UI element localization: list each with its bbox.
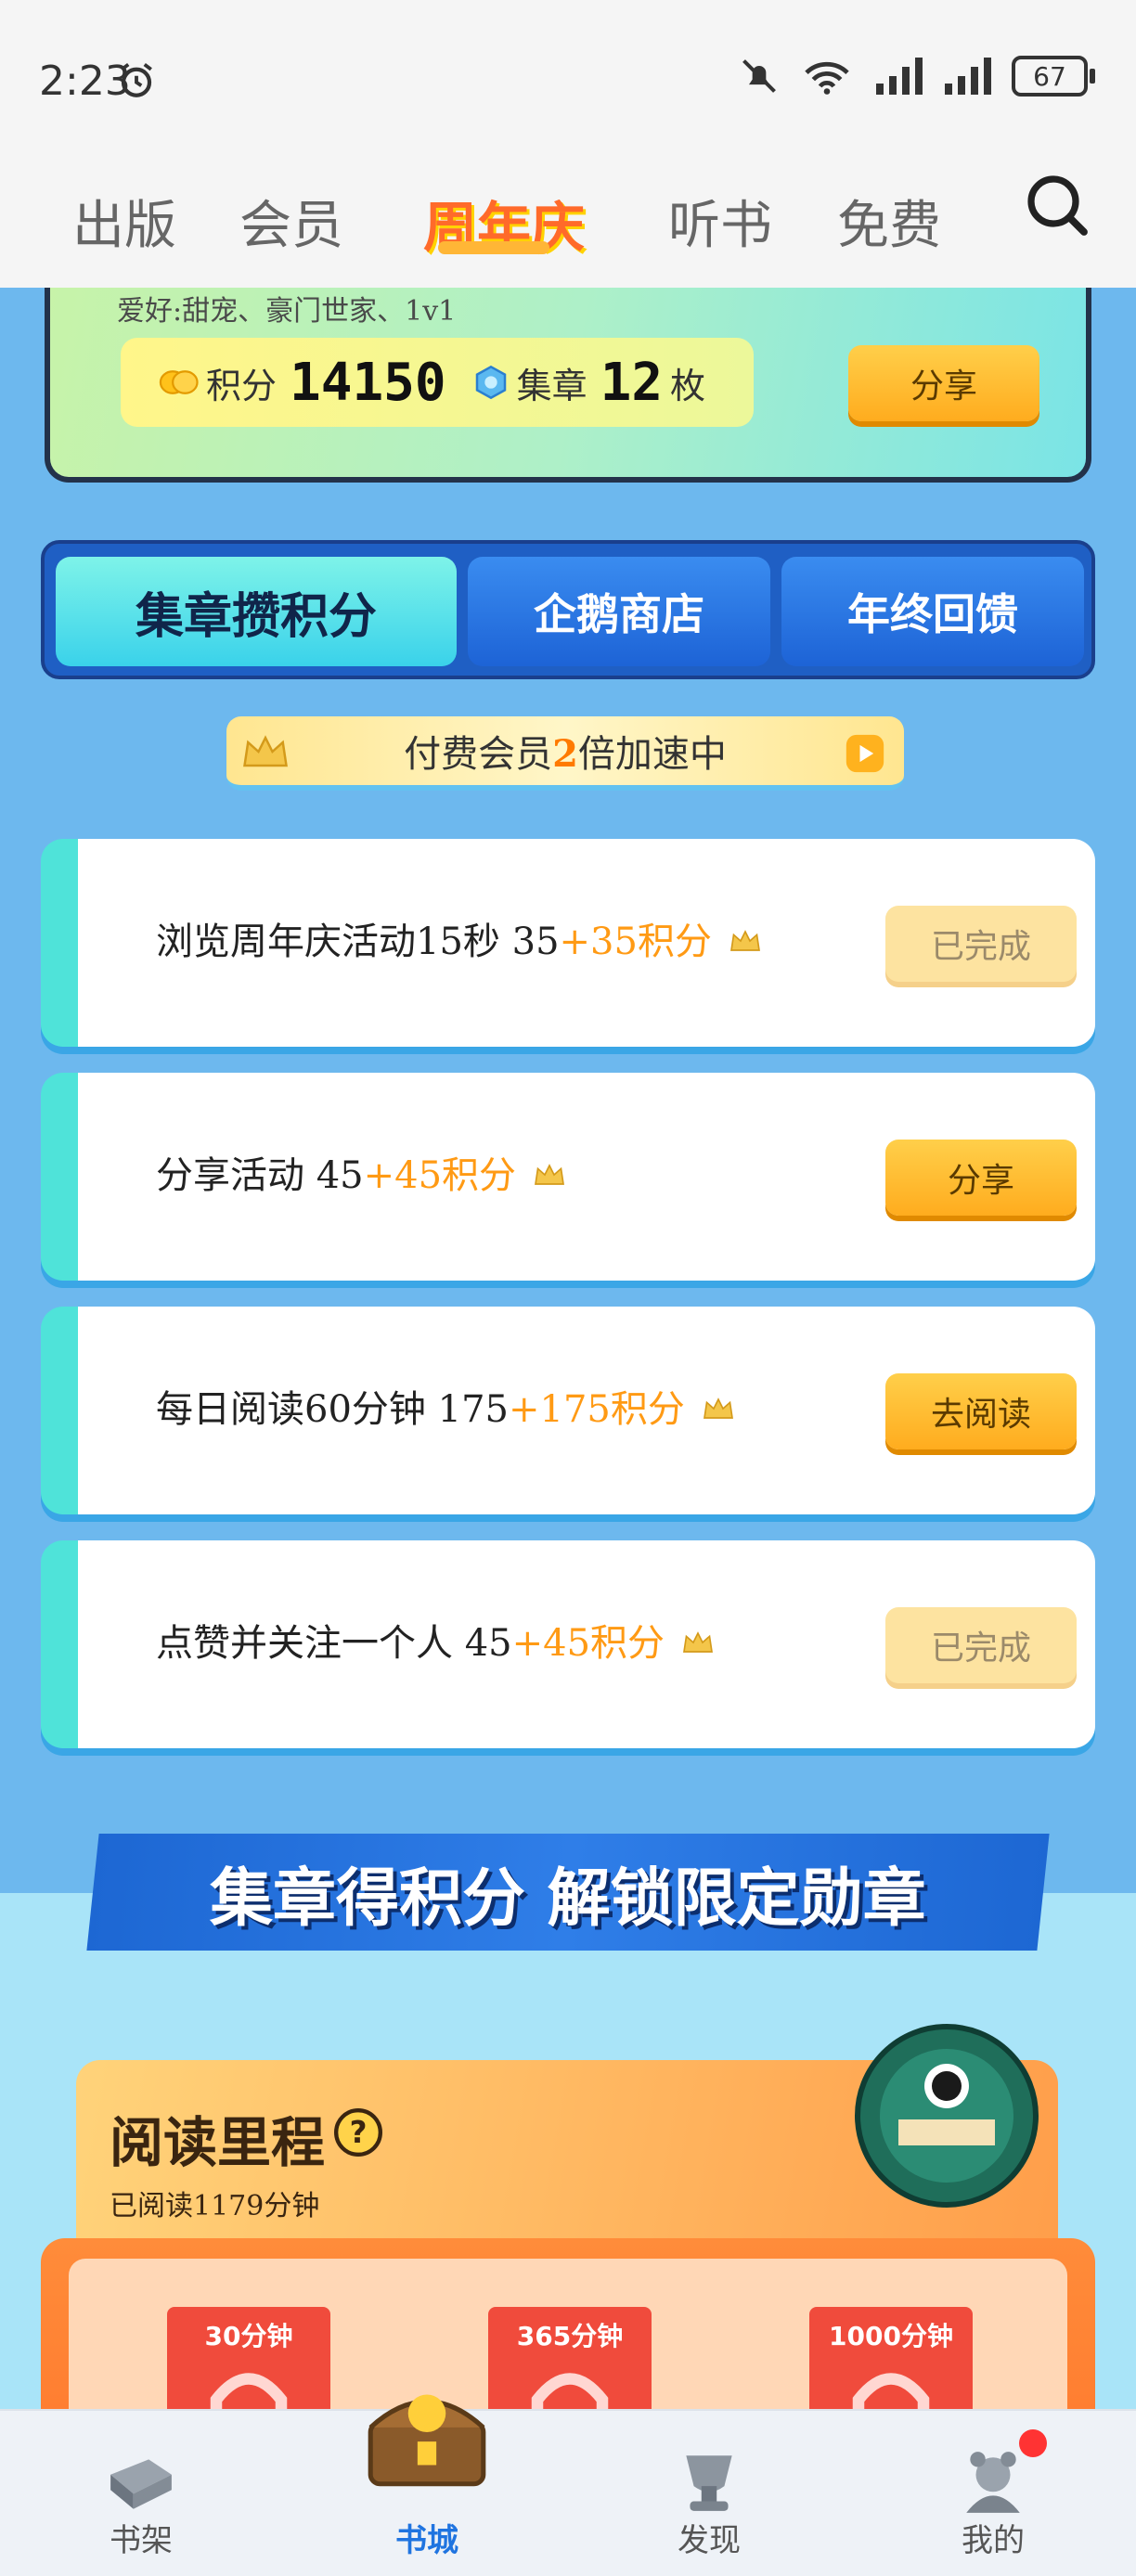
bottom-nav-label: 发现 [678,2522,741,2559]
milestone-label: 365分钟 [516,2321,624,2351]
task-title: 每日阅读60分钟 [156,1388,426,1431]
task-title: 分享活动 [156,1154,304,1197]
bottom-nav-label: 我的 [962,2522,1025,2559]
nav-item-member[interactable]: 会员 [239,184,343,259]
promo-text: 集章得积分 解锁限定勋章 [210,1861,926,1936]
task-card-read: 每日阅读60分钟 175+175积分 去阅读 [41,1307,1095,1514]
bottom-nav-label: 书城 [395,2522,458,2559]
speed-text: 付费会员2倍加速中 [404,724,727,778]
notification-dot [1019,2429,1047,2457]
task-text: 浏览周年庆活动15秒 35+35积分 [156,911,764,965]
task-base-points: 45 [316,1154,364,1197]
nav-active-underline [438,241,549,254]
tab-year-end-rewards[interactable]: 年终回馈 [781,557,1084,666]
bookshelf-icon [110,2459,172,2509]
reading-subtitle: 已阅读1179分钟 [110,2190,320,2222]
task-text: 分享活动 45+45积分 [156,1145,568,1199]
treasure-chest-icon [368,2394,486,2487]
speed-suffix: 倍加速中 [577,733,727,776]
profile-hobby: 爱好:甜宠、豪门世家、1v1 [117,295,457,328]
task-card-share: 分享活动 45+45积分 分享 [41,1073,1095,1281]
mute-bell-icon [742,59,776,93]
task-base-points: 45 [464,1622,512,1665]
task-go-read-button[interactable]: 去阅读 [885,1373,1077,1449]
profile-card: 爱好:甜宠、豪门世家、1v1 积分 14150 集章 12 枚 分享 [45,288,1091,483]
task-title: 浏览周年庆活动15秒 [156,921,500,963]
task-base-points: 35 [511,921,560,963]
nav-item-audiobook[interactable]: 听书 [668,184,772,259]
stamps-unit: 枚 [670,365,706,406]
stamp-gem-icon [475,365,506,400]
task-title: 点赞并关注一个人 [156,1622,453,1665]
crown-icon [683,1631,714,1653]
profile-icon [966,2452,1020,2513]
coin-icon [159,370,199,394]
play-icon [846,734,884,773]
discover-cup-icon [686,2455,732,2511]
milestone-label: 1000分钟 [829,2321,953,2351]
task-bonus-points: +175积分 [508,1388,685,1431]
nav-item-free[interactable]: 免费 [837,184,941,259]
top-nav: 出版 会员 周年庆 听书 免费 [0,167,1136,288]
task-done-button[interactable]: 已完成 [885,1607,1077,1683]
promo-banner: 集章得积分 解锁限定勋章 [86,1834,1050,1951]
super-reader-badge-icon [855,2024,1039,2208]
alarm-icon [121,62,152,97]
status-icons: 67 [739,56,1095,97]
help-icon[interactable]: ? [334,2108,382,2157]
bottom-nav-mine[interactable]: 我的 [900,2411,1086,2576]
crown-icon [703,1397,733,1419]
battery-icon: 67 [1012,56,1095,97]
task-base-points: 175 [437,1388,509,1431]
reading-title: 阅读里程 [110,2111,326,2174]
tab-penguin-store[interactable]: 企鹅商店 [468,557,770,666]
points-pill: 积分 14150 集章 12 枚 [121,338,754,427]
wifi-icon [805,61,849,95]
bottom-nav-bookshelf[interactable]: 书架 [48,2411,234,2576]
milestone-label: 30分钟 [204,2321,293,2351]
search-icon[interactable] [1023,171,1090,238]
bottom-nav: 书架 书城 发现 我的 [0,2394,1136,2576]
speed-prefix: 付费会员 [404,733,553,776]
task-card-like-follow: 点赞并关注一个人 45+45积分 已完成 [41,1540,1095,1748]
crown-icon [729,930,760,951]
task-done-button[interactable]: 已完成 [885,906,1077,982]
stamps-value: 12 [600,352,664,413]
task-text: 每日阅读60分钟 175+175积分 [156,1379,737,1433]
task-share-button[interactable]: 分享 [885,1140,1077,1216]
bottom-nav-discover[interactable]: 发现 [616,2411,802,2576]
tab-collect-points[interactable]: 集章攒积分 [56,557,457,666]
task-bonus-points: +45积分 [363,1154,517,1197]
status-bar: 2:23 67 [0,0,1136,167]
signal-icon [876,58,923,95]
speed-multiplier: 2 [552,732,578,776]
task-bonus-points: +45积分 [511,1622,665,1665]
bottom-nav-label: 书架 [110,2522,173,2559]
nav-item-publish[interactable]: 出版 [72,184,176,259]
task-bonus-points: +35积分 [559,921,712,963]
points-label: 积分 [206,365,278,406]
profile-share-button[interactable]: 分享 [848,345,1039,421]
tab-bar: 集章攒积分 企鹅商店 年终回馈 [41,540,1095,679]
task-card-browse: 浏览周年庆活动15秒 35+35积分 已完成 [41,839,1095,1047]
points-value: 14150 [290,352,446,413]
stamps-label: 集章 [516,365,587,406]
bottom-nav-bookstore[interactable]: 书城 [334,2394,520,2576]
svg-text:?: ? [350,2115,368,2150]
task-text: 点赞并关注一个人 45+45积分 [156,1613,716,1667]
member-speed-banner[interactable]: 付费会员2倍加速中 [226,716,904,791]
crown-icon [535,1164,565,1185]
crown-icon [243,735,288,767]
signal-icon-2 [945,58,991,95]
